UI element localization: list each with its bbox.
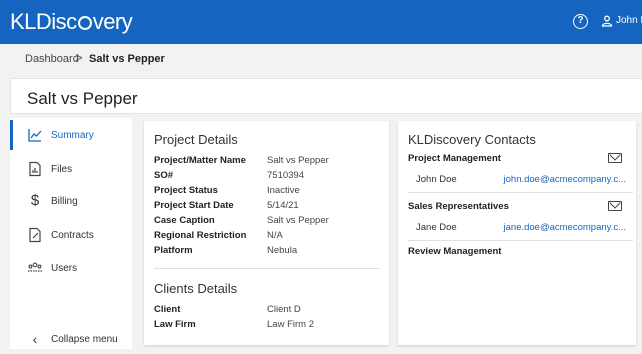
kldiscovery-contacts-card: KLDiscovery Contacts Project Management … (398, 121, 636, 345)
sidebar-item-label: Files (51, 163, 73, 175)
contact-row: Jane Doe jane.doe@acmecompany.c... (398, 219, 636, 237)
contract-icon (29, 227, 41, 243)
detail-row: Platform Nebula (154, 245, 384, 257)
sidebar-item-contracts[interactable]: Contracts (10, 220, 132, 250)
top-app-bar: KLDisc very ? John Doe (0, 0, 642, 44)
collapse-menu-label: Collapse menu (51, 333, 118, 345)
detail-row: SO# 7510394 (154, 170, 384, 182)
contact-row: John Doe john.doe@acmecompany.c... (398, 171, 636, 189)
contact-email-link[interactable]: jane.doe@acmecompany.c... (504, 222, 626, 233)
logo-text: KLDisc (10, 9, 77, 34)
breadcrumb: Dashboard > Salt vs Pepper (0, 44, 642, 74)
page-title: Salt vs Pepper (27, 89, 138, 108)
clients-details-title: Clients Details (154, 281, 238, 296)
sidebar-item-billing[interactable]: $ Billing (10, 186, 132, 216)
fingerprint-icon (77, 16, 92, 30)
sidebar-item-label: Billing (51, 195, 78, 207)
sidebar-item-label: Contracts (51, 229, 94, 241)
sidebar-item-users[interactable]: Users (10, 253, 132, 283)
detail-row: Project Status Inactive (154, 185, 384, 197)
kldiscovery-logo[interactable]: KLDisc very (10, 9, 133, 35)
detail-value: Salt vs Pepper (267, 155, 329, 166)
detail-label: Regional Restriction (154, 230, 247, 241)
user-icon[interactable] (601, 15, 613, 27)
sidebar-item-files[interactable]: Files (10, 154, 132, 184)
divider (408, 240, 633, 241)
detail-row: Client Client D (154, 304, 384, 316)
breadcrumb-current: Salt vs Pepper (89, 53, 165, 65)
breadcrumb-separator-icon: > (75, 50, 83, 65)
section-project-management: Project Management (408, 153, 501, 164)
project-details-title: Project Details (154, 132, 238, 147)
detail-row: Regional Restriction N/A (154, 230, 384, 242)
chart-line-icon (28, 129, 42, 142)
file-chart-icon (29, 161, 41, 177)
detail-row: Project Start Date 5/14/21 (154, 200, 384, 212)
contact-name: Jane Doe (416, 222, 457, 233)
detail-value: 7510394 (267, 170, 304, 181)
collapse-menu-button[interactable]: ‹ Collapse menu (10, 324, 132, 354)
detail-label: SO# (154, 170, 174, 181)
detail-label: Project Start Date (154, 200, 234, 211)
divider (408, 192, 633, 193)
logo-text-end: very (92, 9, 133, 34)
detail-value: Law Firm 2 (267, 319, 314, 330)
sidebar: Summary Files $ Billing Contracts Users … (10, 118, 132, 349)
detail-value: 5/14/21 (267, 200, 299, 211)
detail-value: Salt vs Pepper (267, 215, 329, 226)
project-details-card: Project Details Project/Matter Name Salt… (144, 121, 389, 345)
sidebar-item-summary[interactable]: Summary (10, 120, 132, 150)
detail-label: Project Status (154, 185, 218, 196)
help-circle-icon[interactable]: ? (573, 14, 588, 29)
users-icon (28, 262, 42, 272)
divider (154, 268, 379, 269)
detail-value: N/A (267, 230, 283, 241)
sidebar-item-label: Users (51, 262, 78, 274)
detail-value: Client D (267, 304, 301, 315)
contact-email-link[interactable]: john.doe@acmecompany.c... (504, 174, 626, 185)
contacts-title: KLDiscovery Contacts (408, 132, 536, 147)
contact-name: John Doe (416, 174, 457, 185)
detail-label: Law Firm (154, 319, 196, 330)
breadcrumb-dashboard-link[interactable]: Dashboard (25, 53, 79, 65)
detail-label: Platform (154, 245, 193, 256)
detail-row: Project/Matter Name Salt vs Pepper (154, 155, 384, 167)
section-review-management: Review Management (408, 246, 502, 257)
mail-icon[interactable] (608, 201, 622, 211)
detail-value: Inactive (267, 185, 300, 196)
dollar-icon: $ (30, 192, 40, 209)
mail-icon[interactable] (608, 153, 622, 163)
sidebar-item-label: Summary (51, 129, 94, 141)
chevron-left-icon: ‹ (32, 331, 38, 347)
section-sales-representatives: Sales Representatives (408, 201, 509, 212)
page-header: Salt vs Pepper (10, 78, 642, 114)
detail-row: Case Caption Salt vs Pepper (154, 215, 384, 227)
detail-label: Client (154, 304, 181, 315)
detail-value: Nebula (267, 245, 298, 256)
detail-row: Law Firm Law Firm 2 (154, 319, 384, 331)
user-name[interactable]: John Doe (616, 15, 642, 26)
detail-label: Project/Matter Name (154, 155, 246, 166)
detail-label: Case Caption (154, 215, 215, 226)
